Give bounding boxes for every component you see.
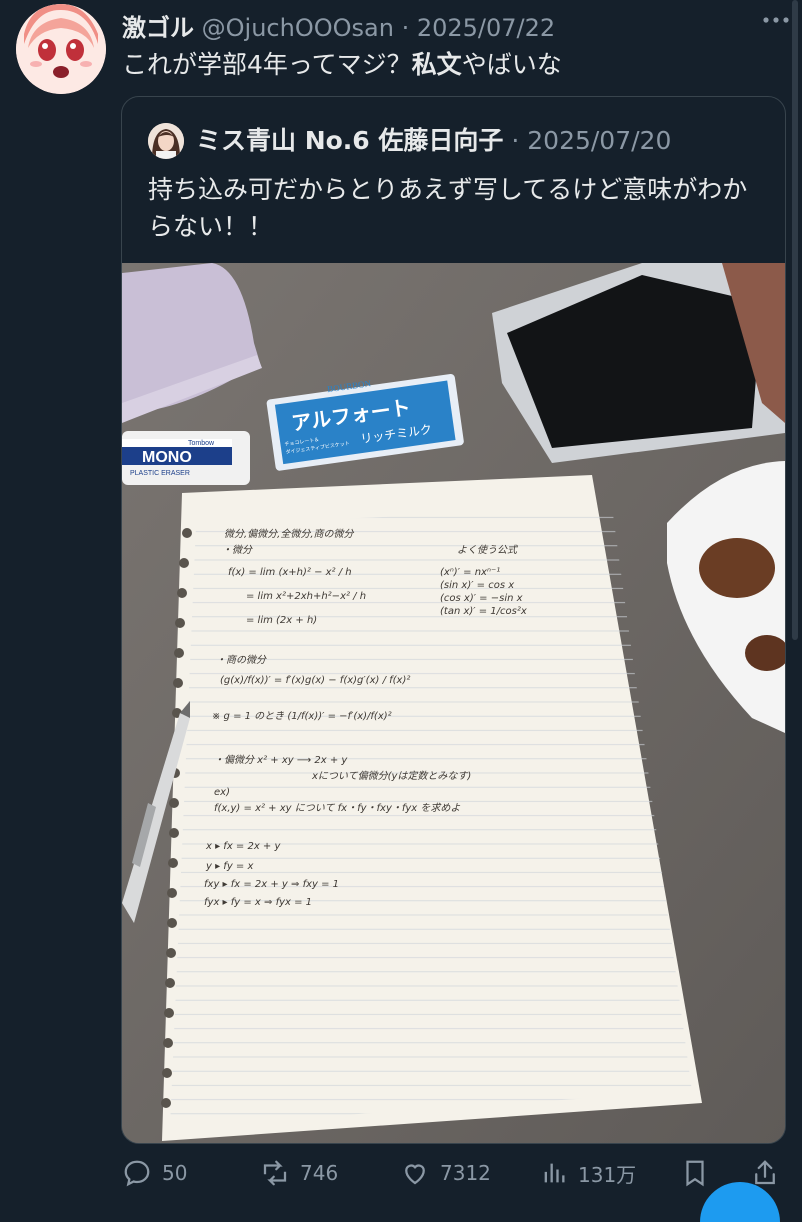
post-text: これが学部4年ってマジ？私文やばいな [122, 45, 562, 81]
eraser-label: MONO [142, 449, 192, 466]
like-count: 7312 [440, 1161, 491, 1185]
note-line: ・微分 [222, 544, 253, 556]
like-icon [405, 1164, 425, 1185]
note-line: fyx ▸ fy = x ⇒ fyx = 1 [204, 897, 312, 908]
bookmark-icon [686, 1160, 704, 1187]
note-line: = lim (2x + h) [246, 615, 317, 626]
note-line: ・商の微分 [216, 654, 267, 666]
note-line: (cos x)′ = −sin x [440, 593, 523, 604]
repost-icon [263, 1160, 287, 1186]
note-line: fxy ▸ fx = 2x + y ⇒ fxy = 1 [204, 879, 339, 890]
note-line: (xⁿ)′ = nxⁿ⁻¹ [440, 567, 500, 578]
quoted-text: 持ち込み可だからとりあえず写してるけど意味がわからない！！ [148, 175, 748, 241]
quoted-author-name[interactable]: ミス青山 No.6 佐藤日向子 [196, 126, 503, 155]
repost-button[interactable]: 746 [260, 1158, 338, 1188]
eraser: MONO Tombow PLASTIC ERASER [122, 431, 250, 485]
note-line: (tan x)′ = 1/cos²x [440, 606, 527, 617]
reply-button[interactable]: 50 [122, 1158, 187, 1188]
like-button[interactable]: 7312 [400, 1158, 491, 1188]
note-line: = lim x²+2xh+h²−x² / h [246, 591, 366, 602]
author-avatar[interactable] [16, 4, 106, 94]
note-line: ・偏微分 x² + xy ⟶ 2x + y [214, 754, 348, 766]
scrollbar[interactable] [792, 0, 798, 640]
views-button[interactable]: 131万 [540, 1158, 636, 1188]
note-line: (sin x)′ = cos x [440, 580, 514, 591]
views-count: 131万 [578, 1162, 637, 1187]
note-line: x ▸ fx = 2x + y [205, 841, 281, 852]
post-text-bold: 私文 [411, 50, 462, 79]
share-icon [755, 1160, 775, 1185]
separator-dot: · [401, 14, 410, 42]
author-name[interactable]: 激ゴル [122, 14, 194, 42]
compose-fab[interactable] [700, 1182, 780, 1222]
notebook-page: 微分,偏微分,全微分,商の微分 ・微分 f(x) = lim (x+h)² − … [161, 475, 702, 1141]
reply-count: 50 [162, 1161, 188, 1185]
note-line: xについて偏微分(yは定数とみなす) [311, 770, 471, 782]
eraser-brand: Tombow [188, 440, 215, 447]
quoted-author-avatar [148, 123, 184, 159]
note-line: よく使う公式 [457, 544, 519, 556]
quoted-date[interactable]: 2025/07/20 [527, 126, 671, 155]
action-bar: 50 746 7312 131万 [0, 1148, 802, 1222]
reply-icon [124, 1160, 150, 1187]
views-icon [544, 1163, 565, 1183]
eraser-sub: PLASTIC ERASER [130, 470, 190, 477]
quoted-post[interactable]: ミス青山 No.6 佐藤日向子 · 2025/07/20 持ち込み可だからとりあ… [121, 96, 786, 1144]
bookmark-button[interactable] [680, 1158, 720, 1188]
note-line: f(x) = lim (x+h)² − x² / h [228, 567, 352, 578]
note-line: 微分,偏微分,全微分,商の微分 [224, 528, 355, 540]
post-text-prefix: これが学部4年ってマジ？ [122, 50, 412, 79]
note-line: ex) [214, 787, 230, 798]
repost-count: 746 [300, 1161, 339, 1185]
post-header: 激ゴル @OjuchOOOsan · 2025/07/22 [122, 8, 555, 43]
share-button[interactable] [750, 1158, 790, 1188]
post-text-suffix: やばいな [461, 50, 562, 79]
note-line: y ▸ fy = x [205, 861, 253, 872]
note-line: f(x,y) = x² + xy について fx・fy・fxy・fyx を求めよ [214, 802, 460, 814]
more-icon[interactable] [758, 6, 794, 34]
post-date[interactable]: 2025/07/22 [417, 14, 555, 42]
separator-dot: · [511, 126, 520, 155]
attached-photo[interactable]: MONO Tombow PLASTIC ERASER BOURBON アルフォー… [122, 263, 785, 1143]
author-handle[interactable]: @OjuchOOOsan [202, 14, 394, 42]
note-line: ※ g = 1 のとき (1/f(x))′ = −f′(x)/f(x)² [212, 711, 392, 722]
quoted-header: ミス青山 No.6 佐藤日向子 · 2025/07/20 [196, 121, 671, 157]
note-line: (g(x)/f(x))′ = f′(x)g(x) − f(x)g′(x) / f… [220, 675, 410, 686]
